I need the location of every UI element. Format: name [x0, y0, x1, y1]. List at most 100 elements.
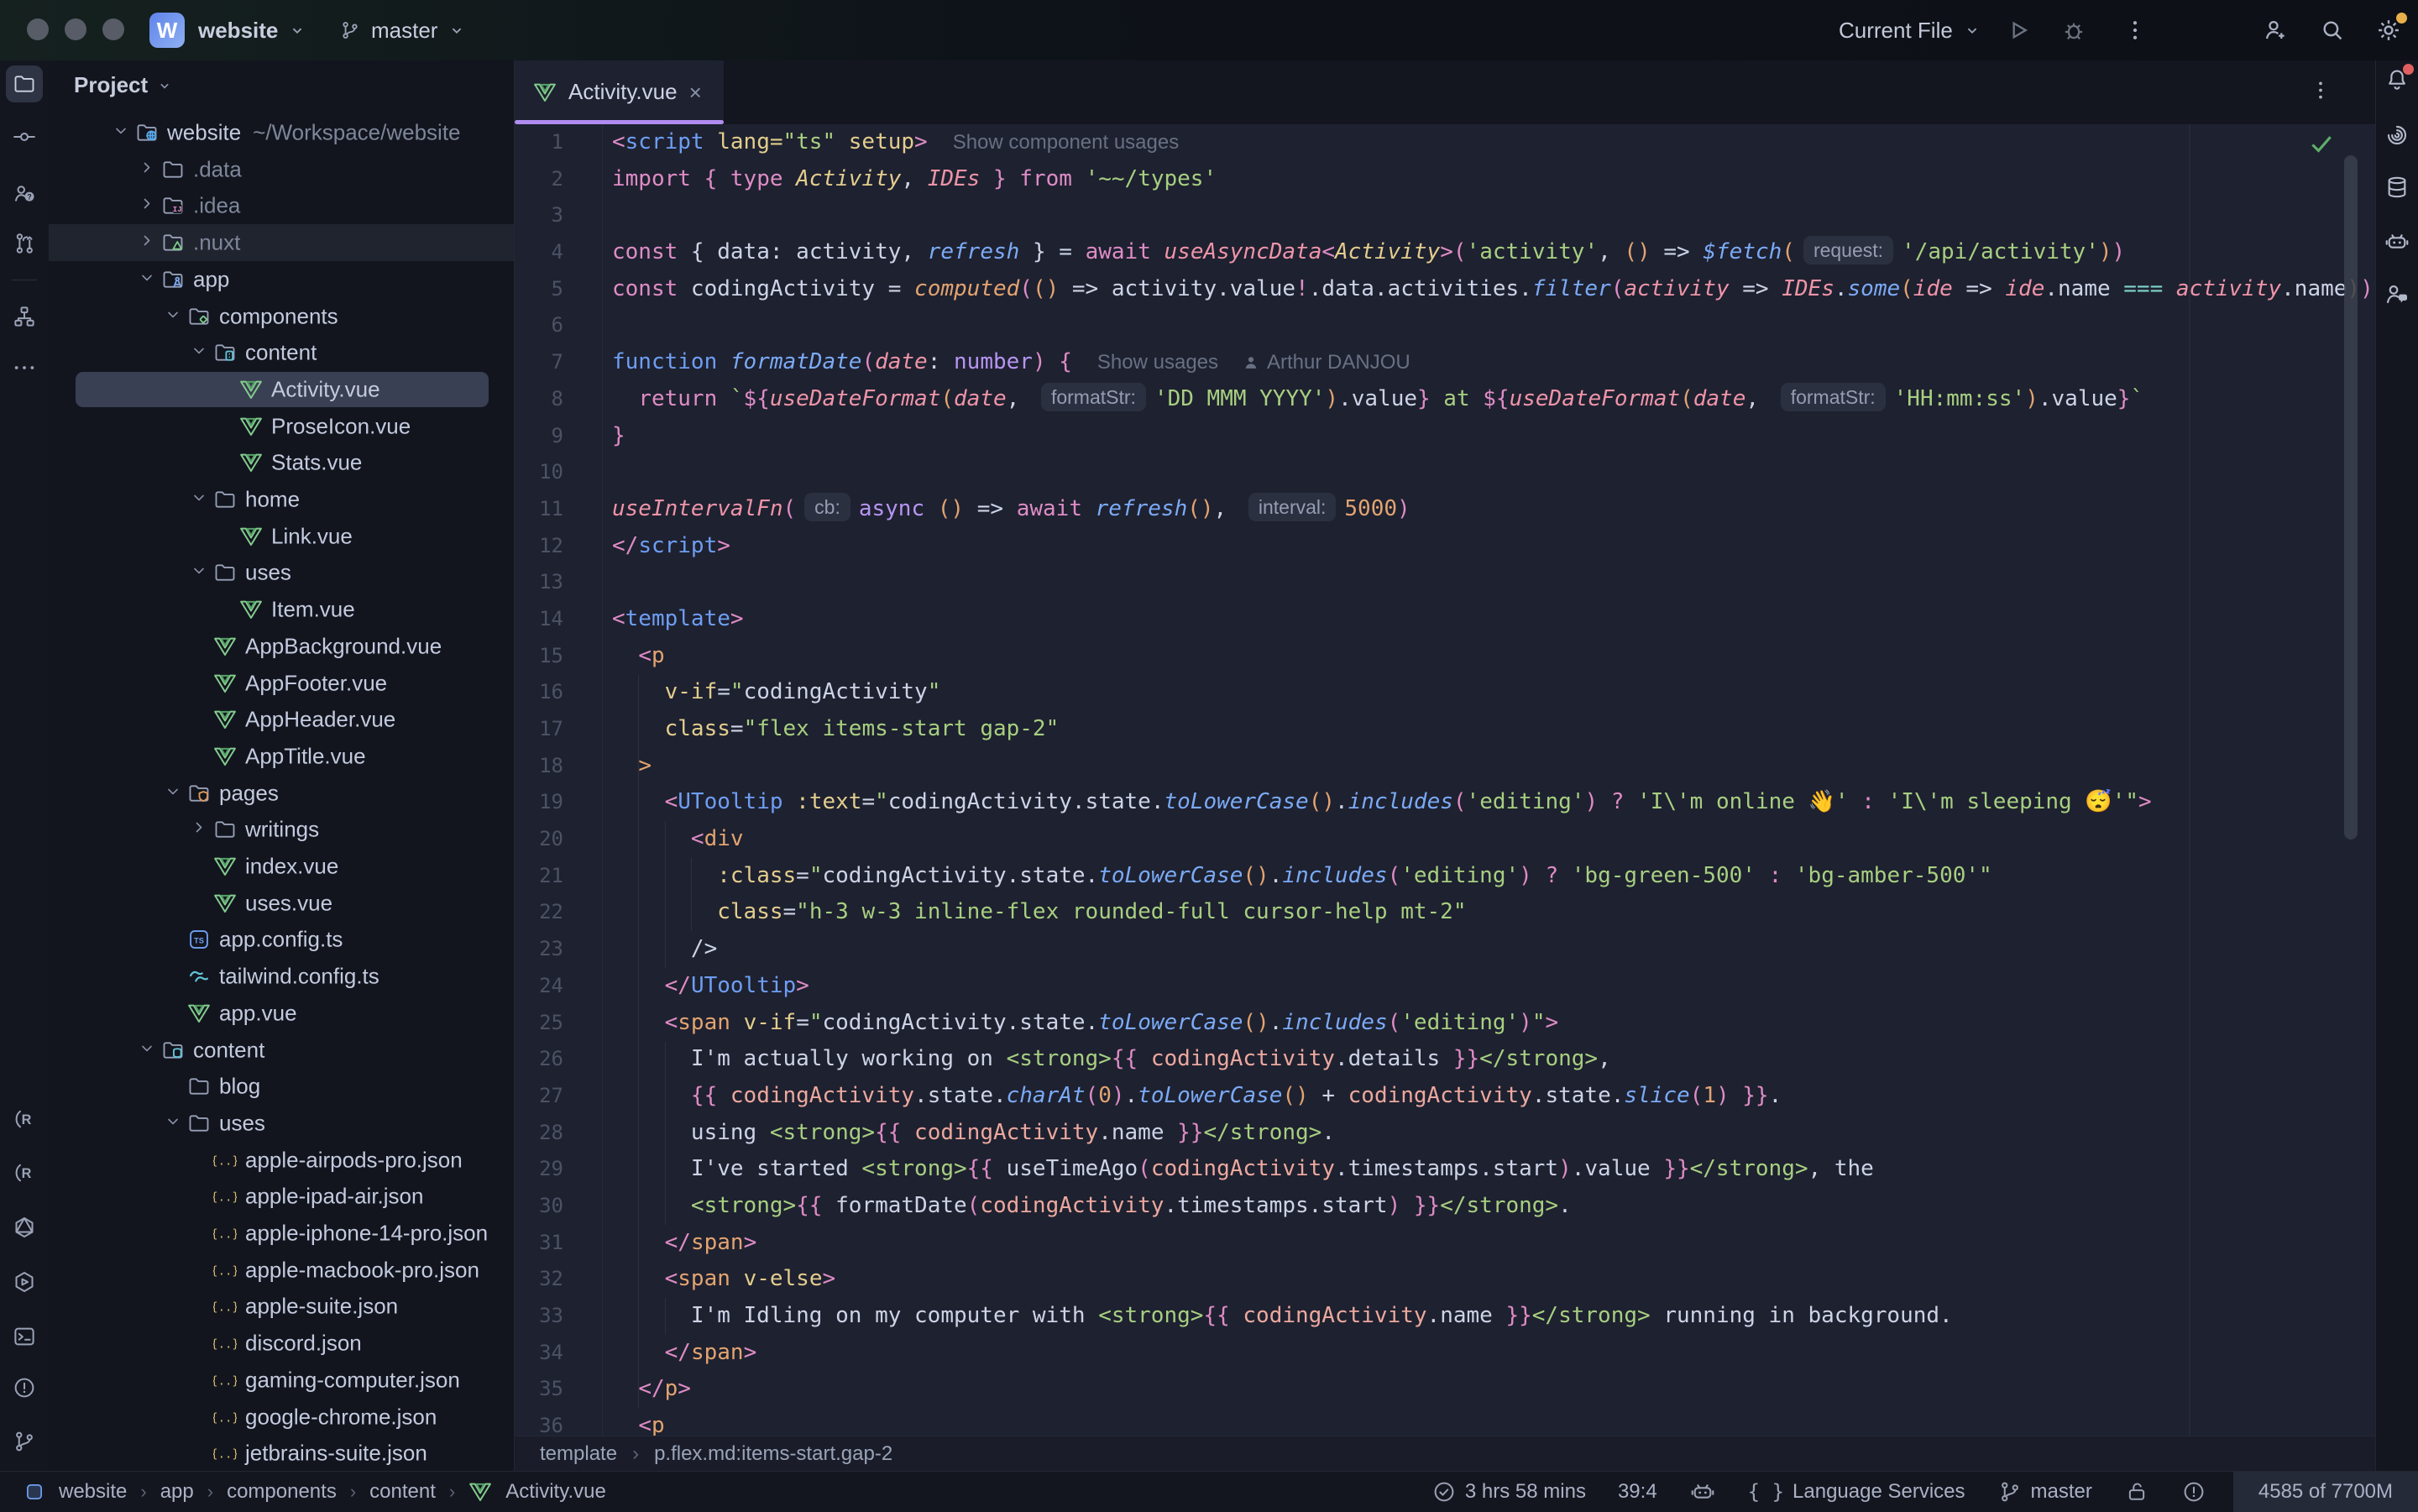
tree-item-blog[interactable]: blog: [49, 1068, 514, 1105]
path-breadcrumb[interactable]: website: [59, 1480, 127, 1504]
line-number[interactable]: 11: [515, 491, 563, 528]
tree-item-app-config-ts[interactable]: TSapp.config.ts: [49, 921, 514, 958]
tree-item-apptitle-vue[interactable]: AppTitle.vue: [49, 738, 514, 775]
tree-item-pages[interactable]: pages: [49, 775, 514, 812]
code-with-me-icon[interactable]: [2384, 280, 2410, 307]
services-tool-button[interactable]: [6, 1263, 43, 1300]
tree-item-index-vue[interactable]: index.vue: [49, 848, 514, 885]
chevron-right-icon[interactable]: [191, 819, 207, 840]
code-author-hint[interactable]: Arthur DANJOU: [1242, 351, 1410, 374]
line-number[interactable]: 6: [515, 307, 563, 344]
line-number[interactable]: 34: [515, 1335, 563, 1372]
commit-tool-button[interactable]: [6, 118, 43, 155]
chevron-down-icon[interactable]: [191, 343, 207, 364]
tree-item-appfooter-vue[interactable]: AppFooter.vue: [49, 665, 514, 702]
tree-item-uses[interactable]: uses: [49, 1105, 514, 1142]
code-line-28[interactable]: using <strong>{{ codingActivity.name }}<…: [612, 1115, 2376, 1152]
tree-item-uses[interactable]: uses: [49, 554, 514, 591]
tree-item-website[interactable]: website~/Workspace/website: [49, 114, 514, 151]
line-number[interactable]: 18: [515, 748, 563, 785]
chevron-down-icon[interactable]: [191, 489, 207, 510]
tab-options-kebab-icon[interactable]: [2309, 79, 2332, 107]
line-number[interactable]: 35: [515, 1371, 563, 1408]
editor-gutter[interactable]: 1234567891011121314151617181920212223242…: [515, 124, 563, 1436]
run-configuration-selector[interactable]: Current File: [1839, 0, 1981, 60]
line-number[interactable]: 2: [515, 161, 563, 198]
chevron-down-icon[interactable]: [165, 1112, 181, 1133]
code-line-19[interactable]: <UTooltip :text="codingActivity.state.to…: [612, 784, 2376, 821]
code-line-15[interactable]: <p: [612, 638, 2376, 675]
pull-requests-tool-button[interactable]: ?: [6, 175, 43, 212]
line-number[interactable]: 1: [515, 124, 563, 161]
terminal-tool-button[interactable]: [6, 1318, 43, 1355]
line-number[interactable]: 31: [515, 1225, 563, 1262]
line-number[interactable]: 4: [515, 234, 563, 271]
line-number[interactable]: 16: [515, 674, 563, 711]
ai-status[interactable]: [1689, 1478, 1716, 1505]
line-number[interactable]: 8: [515, 381, 563, 418]
tree-item--data[interactable]: .data: [49, 151, 514, 188]
inspections-indicator[interactable]: [2181, 1479, 2206, 1504]
version-control-tool-button[interactable]: [6, 1423, 43, 1460]
line-number[interactable]: 12: [515, 528, 563, 565]
database-icon[interactable]: [2384, 174, 2410, 201]
tab-close-icon[interactable]: ×: [689, 81, 702, 103]
line-number[interactable]: 13: [515, 564, 563, 601]
code-line-17[interactable]: class="flex items-start gap-2": [612, 711, 2376, 748]
tree-item-appheader-vue[interactable]: AppHeader.vue: [49, 701, 514, 738]
ai-assistant-icon[interactable]: [2384, 122, 2410, 149]
code-content[interactable]: <script lang="ts" setup>Show component u…: [612, 124, 2376, 1436]
tree-item-stats-vue[interactable]: Stats.vue: [49, 444, 514, 481]
tree-item-writings[interactable]: writings: [49, 811, 514, 848]
window-close-button[interactable]: [27, 18, 49, 40]
structure-tool-button[interactable]: [6, 298, 43, 335]
tree-item-proseicon-vue[interactable]: ProseIcon.vue: [49, 408, 514, 445]
code-line-2[interactable]: import { type Activity, IDEs } from '~~/…: [612, 161, 2376, 198]
tree-item-jetbrains-suite-json[interactable]: {..}jetbrains-suite.json: [49, 1435, 514, 1471]
code-line-34[interactable]: </span>: [612, 1335, 2376, 1372]
run-button[interactable]: [2005, 0, 2032, 60]
language-services[interactable]: { }Language Services: [1748, 1480, 1965, 1504]
line-number[interactable]: 21: [515, 858, 563, 895]
line-number[interactable]: 32: [515, 1261, 563, 1298]
window-zoom-button[interactable]: [102, 18, 124, 40]
line-number[interactable]: 20: [515, 821, 563, 858]
line-number[interactable]: 25: [515, 1005, 563, 1042]
code-line-18[interactable]: >: [612, 748, 2376, 785]
chevron-down-icon[interactable]: [165, 306, 181, 327]
tree-item-discord-json[interactable]: {..}discord.json: [49, 1325, 514, 1362]
tree-item-activity-vue[interactable]: Activity.vue: [49, 371, 514, 408]
code-line-8[interactable]: return `${useDateFormat(date, formatStr:…: [612, 381, 2376, 418]
writable-indicator[interactable]: [2124, 1479, 2149, 1504]
window-minimize-button[interactable]: [65, 18, 86, 40]
tree-item-item-vue[interactable]: Item.vue: [49, 591, 514, 628]
path-breadcrumb[interactable]: content: [369, 1480, 436, 1504]
tree-item-uses-vue[interactable]: uses.vue: [49, 885, 514, 922]
tree-item-content[interactable]: content: [49, 334, 514, 371]
line-number[interactable]: 24: [515, 968, 563, 1005]
code-line-22[interactable]: class="h-3 w-3 inline-flex rounded-full …: [612, 894, 2376, 931]
code-line-24[interactable]: </UTooltip>: [612, 968, 2376, 1005]
code-line-32[interactable]: <span v-else>: [612, 1261, 2376, 1298]
notifications-icon[interactable]: [2384, 66, 2410, 93]
line-number[interactable]: 15: [515, 638, 563, 675]
code-line-26[interactable]: I'm actually working on <strong>{{ codin…: [612, 1041, 2376, 1078]
breadcrumb-element[interactable]: p.flex.md:items-start.gap-2: [654, 1442, 892, 1466]
chevron-down-icon[interactable]: [191, 562, 207, 583]
line-number[interactable]: 10: [515, 454, 563, 491]
line-number[interactable]: 7: [515, 344, 563, 381]
code-line-4[interactable]: const { data: activity, refresh } = awai…: [612, 234, 2376, 271]
line-number[interactable]: 17: [515, 711, 563, 748]
tree-item-apple-ipad-air-json[interactable]: {..}apple-ipad-air.json: [49, 1178, 514, 1215]
line-number[interactable]: 19: [515, 784, 563, 821]
add-user-button[interactable]: [2262, 0, 2289, 60]
line-number[interactable]: 33: [515, 1298, 563, 1335]
code-line-6[interactable]: [612, 307, 2376, 344]
tree-item-appbackground-vue[interactable]: AppBackground.vue: [49, 628, 514, 665]
code-line-9[interactable]: }: [612, 418, 2376, 455]
tree-item-app-vue[interactable]: app.vue: [49, 995, 514, 1032]
code-line-14[interactable]: <template>: [612, 601, 2376, 638]
search-everywhere-button[interactable]: [2319, 0, 2346, 60]
line-number[interactable]: 36: [515, 1408, 563, 1436]
r-console-tool-button[interactable]: R: [6, 1154, 43, 1191]
